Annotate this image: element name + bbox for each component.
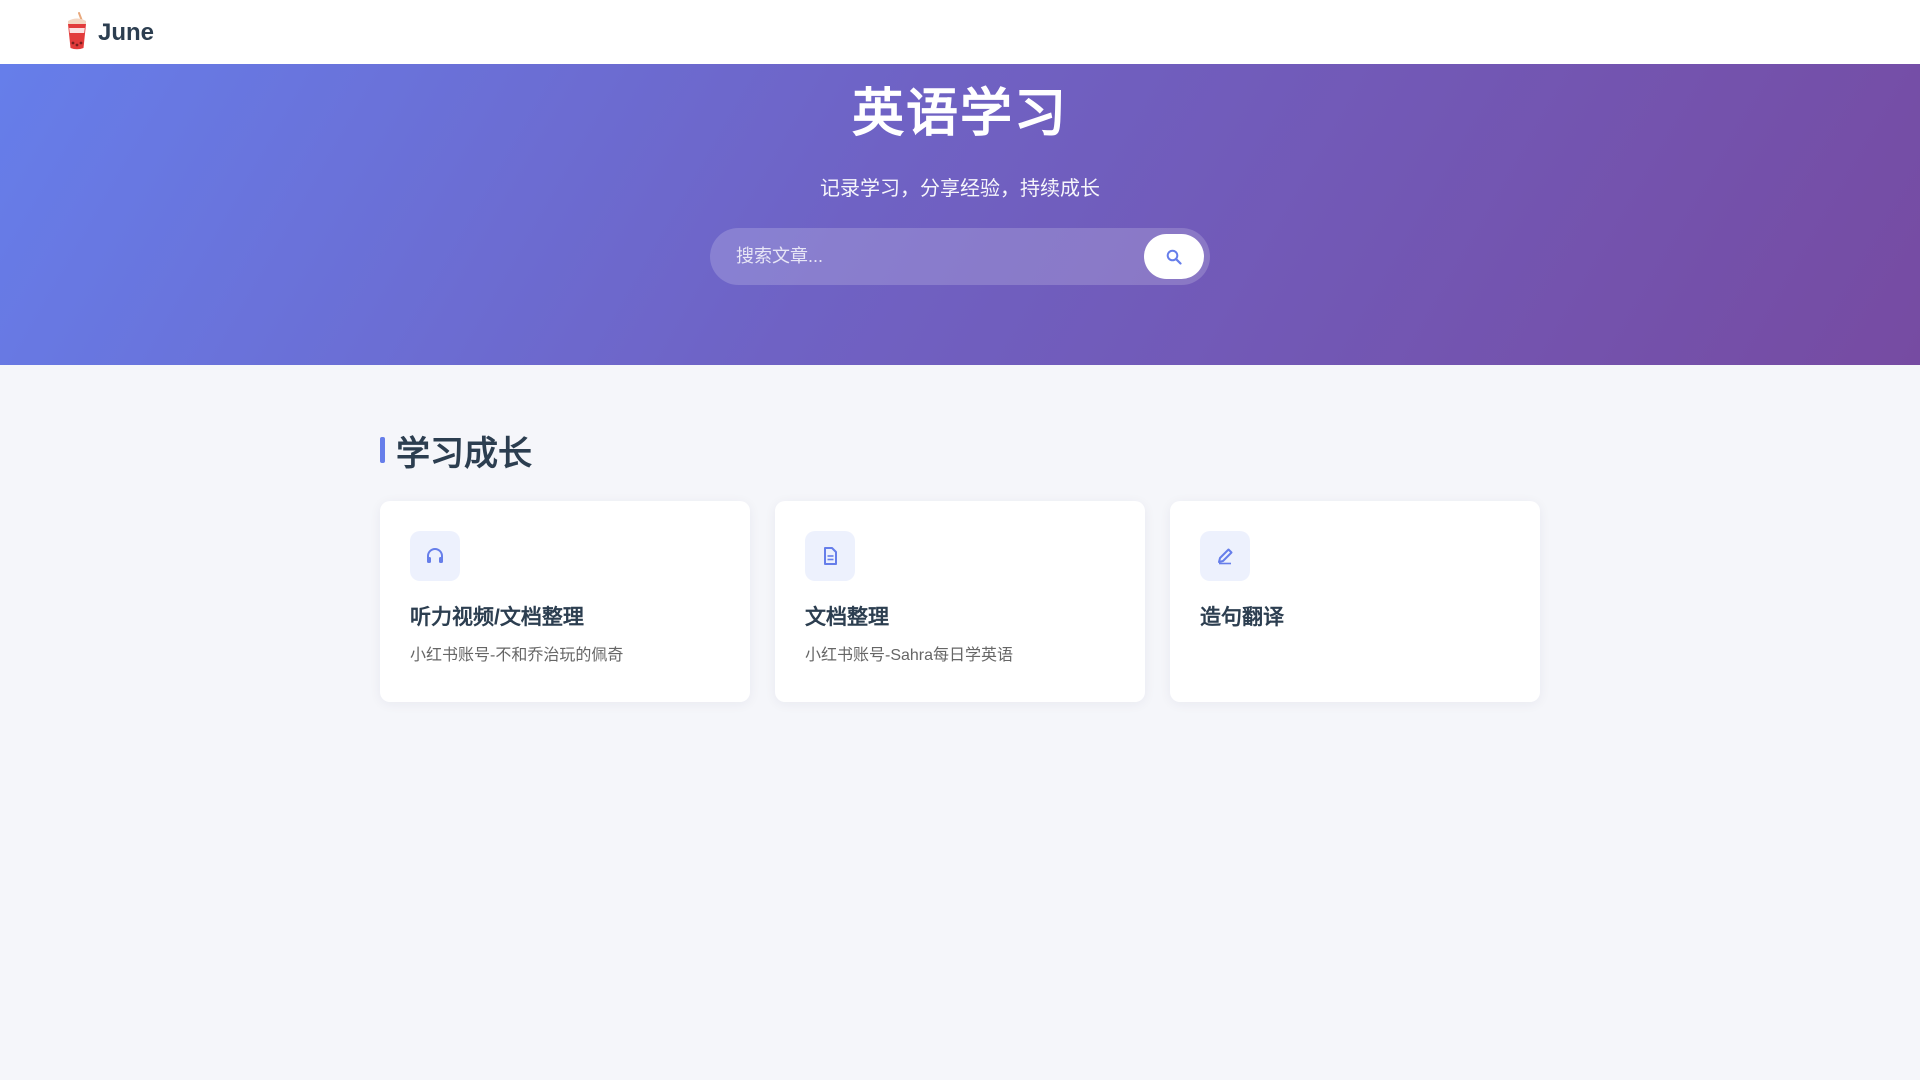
card-description: 小红书账号-Sahra每日学英语 bbox=[805, 647, 1014, 665]
search-icon bbox=[1166, 249, 1182, 265]
headphones-icon bbox=[427, 548, 443, 563]
category-card-translation[interactable]: 造句翻译 bbox=[1170, 501, 1540, 702]
document-icon bbox=[824, 547, 837, 565]
category-cards: 听力视频/文档整理 小红书账号-不和乔治玩的佩奇 文档整理 小红书账号-Sahr… bbox=[380, 501, 1540, 702]
hero-title: 英语学习 bbox=[851, 85, 1068, 143]
bubble-tea-icon bbox=[68, 12, 86, 50]
card-icon-box bbox=[805, 531, 855, 581]
section-title-text: 学习成长 bbox=[396, 434, 532, 473]
card-description: 小红书账号-不和乔治玩的佩奇 bbox=[410, 647, 624, 665]
hero-subtitle: 记录学习，分享经验，持续成长 bbox=[820, 178, 1100, 200]
search-input[interactable] bbox=[736, 246, 1144, 267]
card-title: 造句翻译 bbox=[1200, 606, 1284, 629]
card-icon-box bbox=[410, 531, 460, 581]
search-bar bbox=[710, 228, 1210, 285]
category-card-listening[interactable]: 听力视频/文档整理 小红书账号-不和乔治玩的佩奇 bbox=[380, 501, 750, 702]
card-title: 听力视频/文档整理 bbox=[410, 606, 584, 629]
top-navbar: June bbox=[0, 0, 1920, 64]
card-icon-box bbox=[1200, 531, 1250, 581]
search-button[interactable] bbox=[1144, 234, 1204, 279]
card-title: 文档整理 bbox=[805, 606, 889, 629]
brand-name: June bbox=[98, 19, 155, 46]
section-accent-bar bbox=[380, 437, 385, 463]
brand-link[interactable]: June bbox=[62, 12, 154, 52]
category-card-documents[interactable]: 文档整理 小红书账号-Sahra每日学英语 bbox=[775, 501, 1145, 702]
pen-icon bbox=[1218, 548, 1233, 565]
hero-banner: 英语学习 记录学习，分享经验，持续成长 bbox=[0, 64, 1920, 365]
section-title: 学习成长 bbox=[380, 428, 532, 473]
